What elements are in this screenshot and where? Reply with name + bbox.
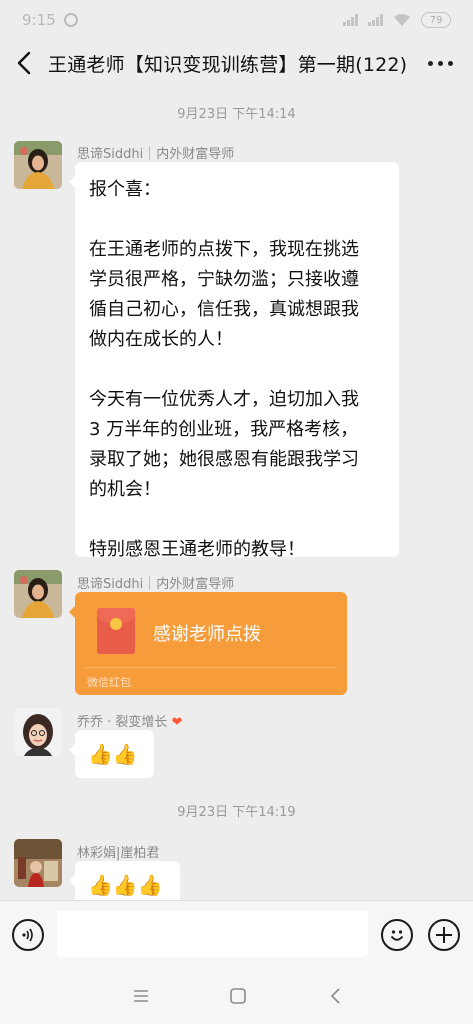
chat-title: 王通老师【知识变现训练营】第一期(122) — [48, 54, 408, 76]
signal-icon — [343, 14, 358, 26]
home-icon[interactable] — [228, 986, 248, 1006]
avatar[interactable] — [14, 839, 62, 887]
signal-icon — [368, 14, 383, 26]
message-timestamp: 9月23日 下午14:14 — [177, 107, 296, 122]
voice-icon — [22, 928, 33, 942]
red-packet-title: 感谢老师点拨 — [153, 624, 261, 645]
more-options-icon[interactable] — [428, 61, 453, 66]
status-time: 9:15 — [22, 11, 56, 29]
voice-input-button[interactable] — [12, 919, 44, 951]
avatar[interactable] — [14, 141, 62, 189]
system-nav-bar — [0, 968, 473, 1024]
sender-name: 思谛Siddhi｜内外财富导师 — [77, 577, 235, 592]
avatar-photo — [14, 570, 62, 618]
avatar-photo — [14, 141, 62, 189]
smiley-icon — [390, 930, 404, 941]
heart-icon: ❤ — [171, 715, 183, 730]
avatar-photo — [14, 708, 62, 756]
thumbs-up-emoji: 👍👍 — [88, 742, 138, 766]
avatar[interactable] — [14, 708, 62, 756]
sender-name: 乔乔 · 裂变增长 ❤ — [77, 711, 182, 730]
red-packet-message[interactable]: 感谢老师点拨 微信红包 — [69, 592, 347, 695]
message-timestamp: 9月23日 下午14:19 — [177, 805, 296, 820]
status-bar: 9:15 79 — [0, 0, 473, 40]
message-bubble[interactable]: 报个喜： 在王通老师的点拨下，我现在挑选 学员很严格，宁缺勿滥；只接收遵 循自己… — [69, 162, 399, 560]
sender-name: 思谛Siddhi｜内外财富导师 — [77, 147, 235, 162]
more-features-button[interactable] — [428, 919, 460, 951]
nav-back-icon[interactable] — [326, 986, 346, 1006]
sender-name-text: 乔乔 · 裂变增长 — [77, 715, 168, 730]
avatar-photo — [14, 839, 62, 887]
alarm-icon — [63, 13, 78, 27]
avatar[interactable] — [14, 570, 62, 618]
battery-icon: 79 — [421, 12, 451, 28]
emoji-button[interactable] — [381, 919, 413, 951]
red-packet-label: 微信红包 — [87, 676, 131, 689]
message-text: 报个喜： 在王通老师的点拨下，我现在挑选 学员很严格，宁缺勿滥；只接收遵 循自己… — [89, 179, 359, 560]
divider — [85, 667, 337, 668]
message-bubble[interactable]: 👍👍 — [69, 730, 154, 778]
menu-icon[interactable] — [131, 986, 151, 1006]
chat-header: 王通老师【知识变现训练营】第一期(122) — [0, 40, 473, 86]
status-icons: 79 — [343, 12, 451, 28]
thumbs-up-emoji: 👍👍👍 — [88, 873, 163, 897]
back-arrow-icon[interactable] — [14, 50, 36, 76]
plus-icon — [436, 927, 452, 943]
red-envelope-icon — [97, 608, 135, 654]
sender-name: 林彩娟|崖柏君 — [77, 846, 160, 861]
message-input[interactable] — [57, 911, 368, 957]
wifi-icon — [394, 13, 410, 26]
chat-input-bar — [0, 900, 473, 968]
